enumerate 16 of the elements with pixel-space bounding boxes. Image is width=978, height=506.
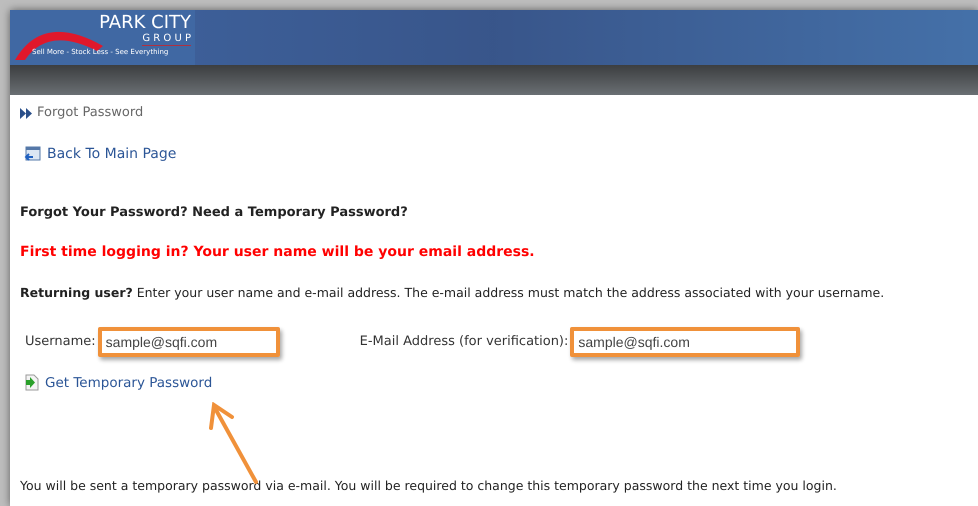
heading: Forgot Your Password? Need a Temporary Password? bbox=[20, 204, 409, 221]
breadcrumb: Forgot Password bbox=[37, 104, 144, 122]
footer-note: You will be sent a temporary password via e-mail. You will be required to change this temporary password the next time you login. bbox=[20, 477, 838, 495]
back-link[interactable]: Back To Main Page bbox=[47, 144, 176, 164]
double-chevron-icon bbox=[20, 108, 33, 118]
input-field[interactable]: sample@sqfi.com bbox=[570, 326, 800, 357]
get-temporary-password-link[interactable]: Get Temporary Password bbox=[45, 372, 212, 393]
logo-subtitle: G R O U P bbox=[142, 33, 191, 46]
arrow-page-icon bbox=[25, 374, 39, 392]
input-field[interactable]: sample@sqfi.com bbox=[98, 326, 280, 357]
back-window-icon bbox=[24, 146, 41, 162]
notice: First time logging in? Your user name will be your email address. bbox=[20, 243, 536, 260]
instructions: Returning user? Enter your user name and e-mail address. The e-mail address must match the address associated with your username. bbox=[20, 284, 886, 302]
logo-name: PARK CITY bbox=[99, 13, 191, 33]
field-label: E-Mail Address (for verification): bbox=[360, 333, 568, 351]
field-label: Username: bbox=[25, 333, 96, 351]
